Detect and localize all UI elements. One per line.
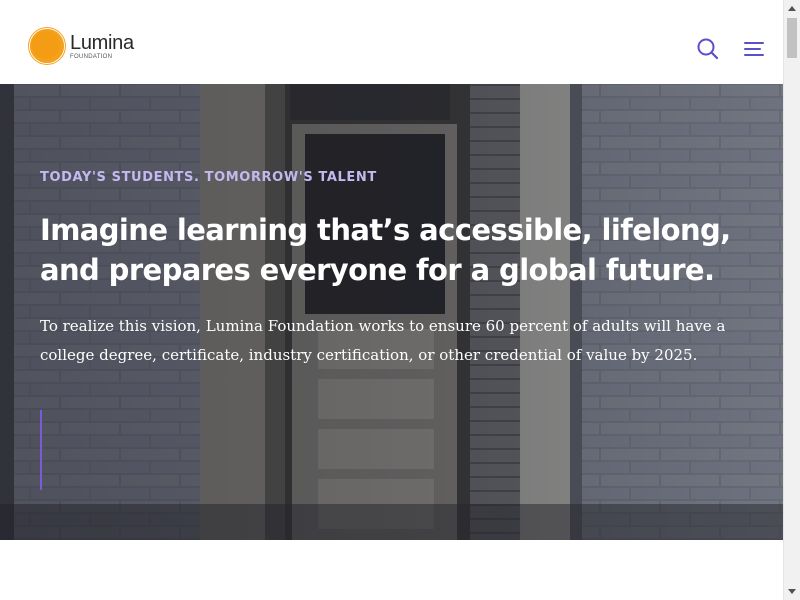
hero-eyebrow: TODAY'S STUDENTS. TOMORROW'S TALENT: [40, 170, 377, 185]
page: Lumina FOUNDATION TODAY'S STUDENTS. TOMO…: [0, 0, 783, 600]
hero-body-text: To realize this vision, Lumina Foundatio…: [40, 317, 726, 364]
logo-wordmark: Lumina FOUNDATION: [70, 33, 134, 60]
scroll-down-button[interactable]: [784, 583, 800, 600]
scroll-up-button[interactable]: [784, 0, 800, 17]
logo-name: Lumina: [70, 31, 134, 54]
hero-accent-line: [40, 410, 42, 490]
search-button[interactable]: [697, 38, 719, 60]
site-header: Lumina FOUNDATION: [0, 0, 783, 84]
lumina-logo[interactable]: Lumina FOUNDATION: [30, 29, 134, 63]
menu-button[interactable]: [743, 38, 765, 60]
chevron-down-icon: [788, 589, 796, 594]
logo-subtitle: FOUNDATION: [70, 53, 113, 60]
vertical-scrollbar[interactable]: [783, 0, 800, 600]
search-icon: [697, 38, 719, 60]
scrollbar-thumb[interactable]: [787, 18, 797, 58]
chevron-up-icon: [788, 6, 796, 11]
header-actions: [697, 38, 765, 60]
hero-section: TODAY'S STUDENTS. TOMORROW'S TALENT Imag…: [0, 84, 783, 540]
sun-logo-icon: [30, 29, 64, 63]
hamburger-menu-icon: [744, 42, 764, 56]
hero-headline: Imagine learning that’s accessible, life…: [40, 213, 731, 287]
